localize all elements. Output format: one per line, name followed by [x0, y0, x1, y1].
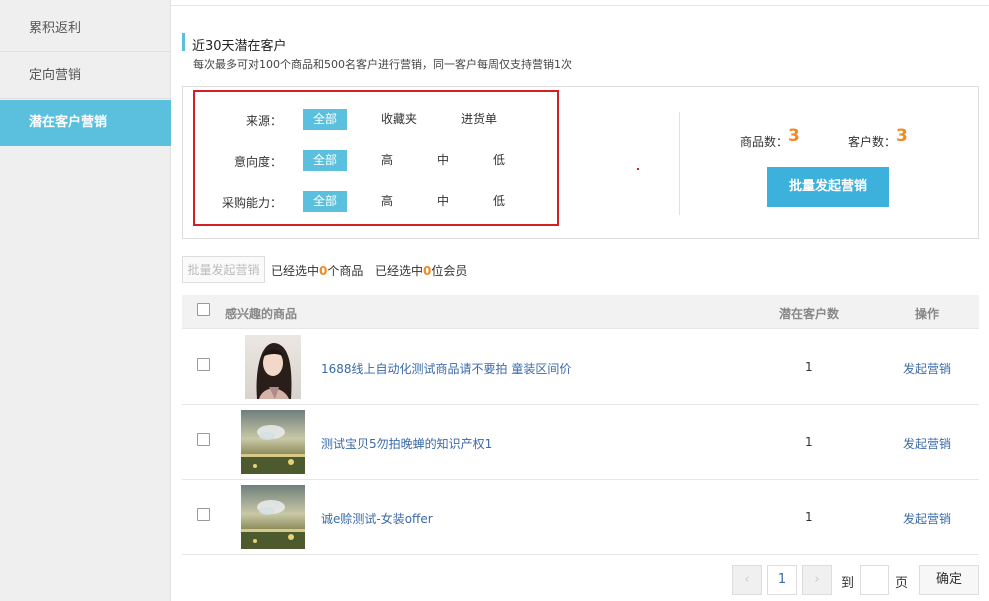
sidebar: 累积返利 定向营销 潜在客户营销 — [0, 0, 171, 601]
product-name-link[interactable]: 诚e赊测试-女装offer — [321, 510, 433, 527]
filter-intent-medium[interactable]: 中 — [433, 150, 453, 171]
selected-members-prefix: 已经选中 — [375, 264, 424, 278]
potential-customer-count: 1 — [805, 435, 813, 449]
panel-divider — [679, 112, 680, 215]
sidebar-item-rebate[interactable]: 累积返利 — [0, 6, 171, 52]
start-marketing-link[interactable]: 发起营销 — [903, 435, 951, 452]
filter-capacity-all[interactable]: 全部 — [303, 191, 347, 212]
product-name-link[interactable]: 1688线上自动化测试商品请不要拍 童装区间价 — [321, 360, 571, 377]
product-count-label: 商品数： — [740, 135, 789, 149]
table-header: 感兴趣的商品 潜在客户数 操作 — [182, 295, 979, 329]
product-count-value: 3 — [788, 126, 800, 146]
filter-capacity-low[interactable]: 低 — [489, 191, 509, 212]
sidebar-item-potential-customer-marketing[interactable]: 潜在客户营销 — [0, 100, 171, 146]
row-checkbox[interactable] — [197, 358, 210, 371]
row-checkbox[interactable] — [197, 433, 210, 446]
page-subtitle: 每次最多可对100个商品和500名客户进行营销，同一客户每周仅支持营销1次 — [193, 58, 572, 71]
sidebar-item-targeted-marketing[interactable]: 定向营销 — [0, 53, 171, 99]
start-marketing-link[interactable]: 发起营销 — [903, 510, 951, 527]
product-thumbnail[interactable] — [241, 485, 305, 549]
customer-count-value: 3 — [896, 126, 908, 146]
page-title: 近30天潜在客户 — [192, 39, 287, 54]
title-accent-bar — [182, 33, 185, 51]
selected-members-suffix: 位会员 — [431, 264, 468, 278]
filter-source-favorites[interactable]: 收藏夹 — [379, 109, 419, 130]
next-page-button[interactable]: › — [802, 565, 832, 595]
filter-intent-low[interactable]: 低 — [489, 150, 509, 171]
stray-dot — [637, 168, 639, 170]
filter-intent-high[interactable]: 高 — [377, 150, 397, 171]
confirm-page-button[interactable]: 确定 — [919, 565, 979, 595]
selected-products-suffix: 个商品 — [327, 264, 364, 278]
prev-page-button[interactable]: ‹ — [732, 565, 762, 595]
filter-source-all[interactable]: 全部 — [303, 109, 347, 130]
batch-marketing-button[interactable]: 批量发起营销 — [767, 167, 889, 207]
potential-customer-count: 1 — [805, 510, 813, 524]
row-checkbox[interactable] — [197, 508, 210, 521]
batch-marketing-disabled-button[interactable]: 批量发起营销 — [182, 256, 265, 283]
table-row: 诚e赊测试-女装offer 1 发起营销 — [182, 480, 979, 555]
customer-count-label: 客户数： — [848, 135, 897, 149]
page-number-input[interactable] — [860, 565, 889, 595]
select-all-checkbox[interactable] — [197, 303, 210, 316]
filter-capacity-label: 采购能力： — [221, 196, 282, 210]
filter-source-purchase-list[interactable]: 进货单 — [459, 109, 499, 130]
table-row: 测试宝贝5勿拍晚蝉的知识产权1 1 发起营销 — [182, 405, 979, 480]
filter-intent-all[interactable]: 全部 — [303, 150, 347, 171]
selected-products-prefix: 已经选中 — [271, 264, 320, 278]
goto-label: 到 — [841, 576, 855, 591]
product-thumbnail[interactable] — [241, 410, 305, 474]
page-unit-label: 页 — [895, 576, 909, 591]
top-divider — [171, 5, 989, 6]
start-marketing-link[interactable]: 发起营销 — [903, 360, 951, 377]
column-header-actions: 操作 — [915, 307, 940, 321]
column-header-potential-customers: 潜在客户数 — [779, 307, 840, 321]
potential-customer-count: 1 — [805, 360, 813, 374]
table-row: 1688线上自动化测试商品请不要拍 童装区间价 1 发起营销 — [182, 330, 979, 405]
filter-source-label: 来源： — [245, 114, 282, 128]
column-header-product: 感兴趣的商品 — [225, 307, 298, 321]
filter-intent-label: 意向度： — [233, 155, 282, 169]
selected-members-text: 已经选中0位会员 — [375, 262, 467, 279]
page-number-current[interactable]: 1 — [767, 565, 797, 595]
filter-capacity-high[interactable]: 高 — [377, 191, 397, 212]
product-thumbnail[interactable] — [245, 335, 301, 399]
filter-capacity-medium[interactable]: 中 — [433, 191, 453, 212]
selected-products-text: 已经选中0个商品 — [271, 262, 363, 279]
product-name-link[interactable]: 测试宝贝5勿拍晚蝉的知识产权1 — [321, 435, 492, 452]
